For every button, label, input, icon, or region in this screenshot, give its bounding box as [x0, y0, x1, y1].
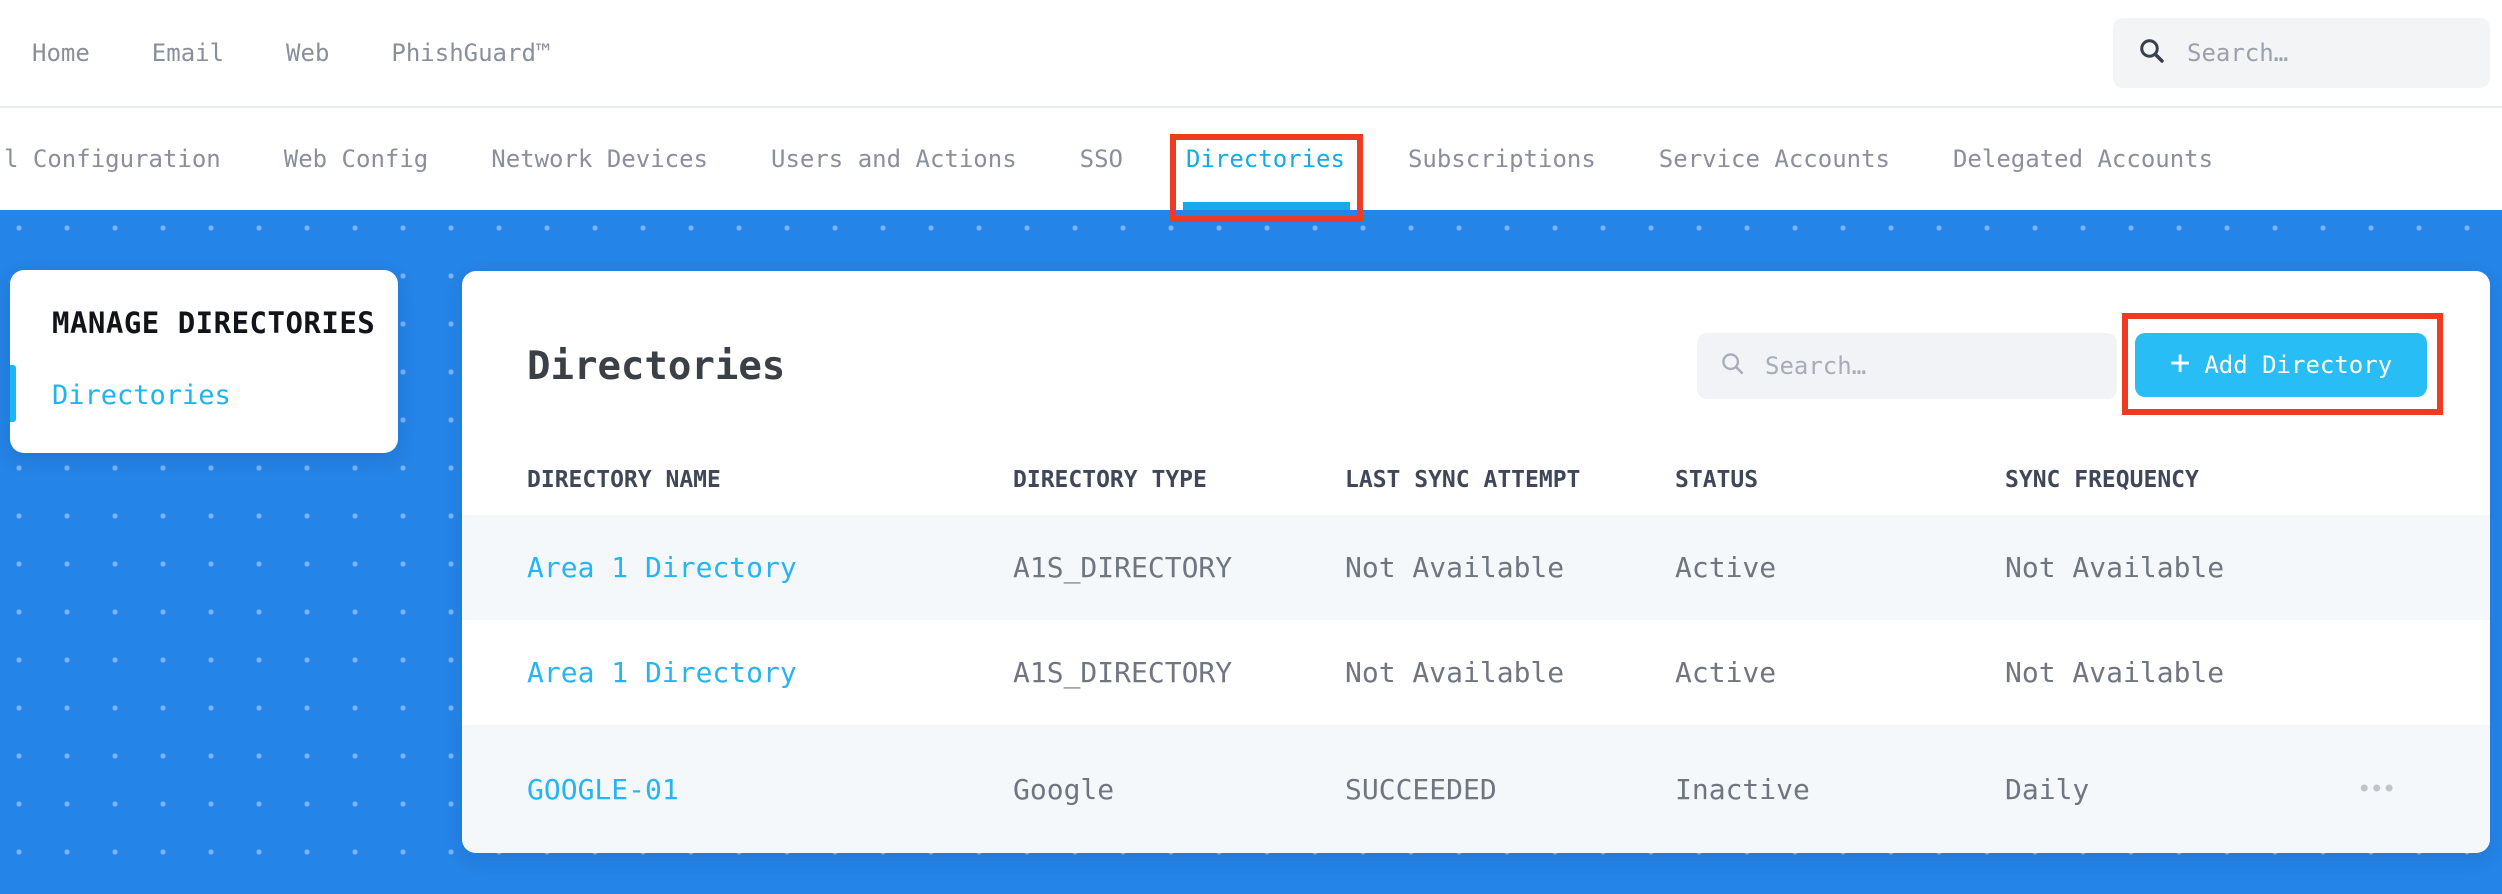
global-search-input[interactable] [2185, 38, 2466, 68]
nav-item-home[interactable]: Home [32, 39, 90, 67]
add-directory-label: Add Directory [2204, 351, 2393, 379]
directories-search-box[interactable] [1697, 333, 2117, 399]
global-search-box[interactable] [2113, 18, 2490, 88]
directory-type-cell: A1S_DIRECTORY [1013, 551, 1233, 584]
last-sync-cell: Not Available [1345, 656, 1565, 689]
page-title: Directories [527, 344, 786, 389]
nav-item-phishguard[interactable]: PhishGuard™ [391, 39, 550, 67]
tab-network-devices[interactable]: Network Devices [491, 108, 708, 210]
directory-type-cell: Google [1013, 772, 1115, 806]
column-header-status: STATUS [1675, 467, 1759, 493]
column-header-directory-type: DIRECTORY TYPE [1013, 467, 1207, 493]
panel-header: Directories + Add Directory [462, 271, 2490, 421]
directory-name-link[interactable]: Area 1 Directory [527, 656, 1013, 689]
tab-service-accounts[interactable]: Service Accounts [1659, 108, 1890, 210]
sidebar-item-directories[interactable]: Directories [52, 380, 231, 411]
tab-sso[interactable]: SSO [1080, 108, 1123, 210]
card-title: MANAGE DIRECTORIES [52, 306, 376, 340]
top-header-bar: Home Email Web PhishGuard™ [0, 0, 2502, 108]
add-directory-button[interactable]: + Add Directory [2135, 333, 2427, 397]
tab-directories[interactable]: Directories [1183, 108, 1350, 210]
directories-search-input[interactable] [1763, 351, 2095, 381]
nav-item-web[interactable]: Web [286, 39, 329, 67]
plus-icon: + [2169, 343, 2191, 383]
table-row: Area 1 Directory A1S_DIRECTORY Not Avail… [462, 515, 2490, 620]
tab-directories-label: Directories [1186, 145, 1345, 173]
active-item-indicator-bar [10, 365, 16, 422]
column-header-last-sync-attempt: LAST SYNC ATTEMPT [1345, 467, 1581, 493]
directory-type-cell: A1S_DIRECTORY [1013, 656, 1233, 689]
tab-subscriptions[interactable]: Subscriptions [1408, 108, 1596, 210]
table-row: GOOGLE-01 Google SUCCEEDED Inactive Dail… [462, 725, 2490, 853]
active-tab-underline [1183, 202, 1350, 210]
table-row: Area 1 Directory A1S_DIRECTORY Not Avail… [462, 620, 2490, 725]
sync-frequency-cell: Daily [2005, 772, 2090, 806]
directory-name-link[interactable]: Area 1 Directory [527, 551, 1013, 584]
row-actions-menu-icon[interactable]: ••• [2357, 775, 2396, 803]
column-header-sync-frequency: SYNC FREQUENCY [2005, 467, 2199, 493]
directory-name-link[interactable]: GOOGLE-01 [527, 773, 1013, 806]
tab-delegated-accounts[interactable]: Delegated Accounts [1953, 108, 2213, 210]
tab-users-and-actions[interactable]: Users and Actions [771, 108, 1017, 210]
sync-frequency-cell: Not Available [2005, 551, 2225, 584]
search-icon [1719, 350, 1747, 382]
settings-sub-nav: l Configuration Web Config Network Devic… [0, 108, 2502, 222]
sync-frequency-cell: Not Available [2005, 656, 2225, 689]
tab-web-config[interactable]: Web Config [284, 108, 429, 210]
status-cell: Inactive [1675, 772, 1810, 806]
tab-email-configuration[interactable]: l Configuration [4, 108, 221, 210]
table-header-row: DIRECTORY NAME DIRECTORY TYPE LAST SYNC … [462, 421, 2490, 515]
status-cell: Active [1675, 551, 1777, 584]
workspace-background: MANAGE DIRECTORIES Directories Directori… [0, 210, 2502, 894]
search-icon [2137, 36, 2167, 70]
last-sync-cell: SUCCEEDED [1345, 772, 1497, 806]
status-cell: Active [1675, 656, 1777, 689]
nav-item-email[interactable]: Email [152, 39, 224, 67]
directories-panel: Directories + Add Directory DIRECTORY NA… [462, 271, 2490, 853]
column-header-directory-name: DIRECTORY NAME [527, 467, 721, 493]
last-sync-cell: Not Available [1345, 551, 1565, 584]
manage-directories-card: MANAGE DIRECTORIES Directories [10, 270, 398, 453]
